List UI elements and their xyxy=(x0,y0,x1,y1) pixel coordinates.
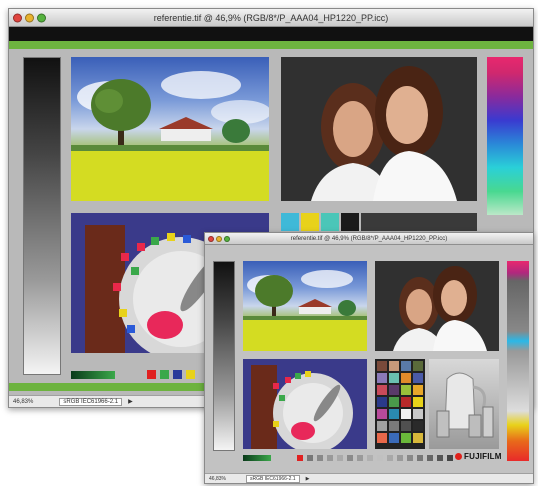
zoom-level[interactable]: 46,83% xyxy=(209,476,226,482)
profile-label: sRGB IEC61966-2.1 xyxy=(59,397,123,406)
fujifilm-wordmark: FUJIFILM xyxy=(464,452,502,461)
landscape-illustration xyxy=(243,270,367,351)
top-green-bar xyxy=(9,41,533,49)
back-window-titlebar[interactable]: referentie.tif @ 46,9% (RGB/8*/P_AAA04_H… xyxy=(9,9,533,27)
front-window-titlebar[interactable]: referentie.tif @ 46,9% (RGB/8*/P_AAA04_H… xyxy=(205,233,533,245)
patch-gray-15 xyxy=(447,455,453,461)
patch-red xyxy=(297,455,303,461)
fujifilm-logo: FUJIFILM xyxy=(455,452,502,461)
still-life-photo xyxy=(243,359,367,449)
patch-gray-5 xyxy=(347,455,353,461)
grayscale-ramp xyxy=(23,57,61,375)
patch-gray-3 xyxy=(327,455,333,461)
grayscale-ramp xyxy=(213,261,235,451)
patch-dark-green xyxy=(243,455,271,461)
document-title: referentie.tif @ 46,9% (RGB/8*/P_AAA04_H… xyxy=(290,235,448,242)
patch-gray-1 xyxy=(307,455,313,461)
landscape-illustration xyxy=(71,71,269,201)
patch-green xyxy=(160,370,169,379)
portrait-illustration xyxy=(375,261,499,351)
close-button[interactable] xyxy=(13,13,22,22)
patch-gray-14 xyxy=(437,455,443,461)
portrait-illustration xyxy=(281,57,477,201)
dark-band xyxy=(361,213,477,231)
swatch-black xyxy=(341,213,359,231)
front-window: referentie.tif @ 46,9% (RGB/8*/P_AAA04_H… xyxy=(204,232,534,484)
metal-objects-illustration xyxy=(436,372,494,438)
patch-gray-8 xyxy=(377,455,383,461)
zoom-button[interactable] xyxy=(37,13,46,22)
patch-blue xyxy=(173,370,182,379)
document-title: referentie.tif @ 46,9% (RGB/8*/P_AAA04_H… xyxy=(153,12,389,23)
swatch-cyan xyxy=(281,213,299,231)
zoom-button[interactable] xyxy=(224,235,230,242)
portrait-photo xyxy=(375,261,499,351)
status-arrow-icon[interactable]: ▶ xyxy=(128,398,133,405)
metal-objects-photo xyxy=(429,359,499,449)
color-ramp xyxy=(507,261,529,461)
patch-gray-2 xyxy=(317,455,323,461)
minimize-button[interactable] xyxy=(25,13,34,22)
window-controls xyxy=(208,235,230,242)
patch-yellow xyxy=(186,370,195,379)
landscape-photo xyxy=(71,57,269,201)
document-canvas[interactable]: FUJIFILM xyxy=(205,245,533,475)
minimize-button[interactable] xyxy=(216,235,222,242)
status-arrow-icon[interactable]: ▶ xyxy=(306,476,310,482)
patch-gray-6 xyxy=(357,455,363,461)
patch-gray-13 xyxy=(427,455,433,461)
patch-gray-12 xyxy=(417,455,423,461)
patch-gray-9 xyxy=(387,455,393,461)
patch-gray-10 xyxy=(397,455,403,461)
color-checker-grid xyxy=(377,361,423,443)
window-controls xyxy=(13,13,46,22)
fujifilm-mark-icon xyxy=(455,453,462,460)
swatch-yellow xyxy=(301,213,319,231)
swatch-teal xyxy=(321,213,339,231)
front-status-bar: 46,83% sRGB IEC61966-2.1 ▶ xyxy=(205,473,533,483)
patch-gray-7 xyxy=(367,455,373,461)
patch-dark-green xyxy=(71,371,115,379)
patch-gray-11 xyxy=(407,455,413,461)
portrait-photo xyxy=(281,57,477,201)
profile-label: sRGB IEC61966-2.1 xyxy=(245,474,300,483)
close-button[interactable] xyxy=(208,235,214,242)
zoom-level[interactable]: 46,83% xyxy=(13,399,33,405)
color-checker xyxy=(375,359,425,449)
still-life-illustration xyxy=(243,359,367,449)
top-black-band xyxy=(9,27,533,41)
landscape-photo xyxy=(243,261,367,351)
patch-red xyxy=(147,370,156,379)
patch-gray-4 xyxy=(337,455,343,461)
color-ramp xyxy=(487,57,523,215)
